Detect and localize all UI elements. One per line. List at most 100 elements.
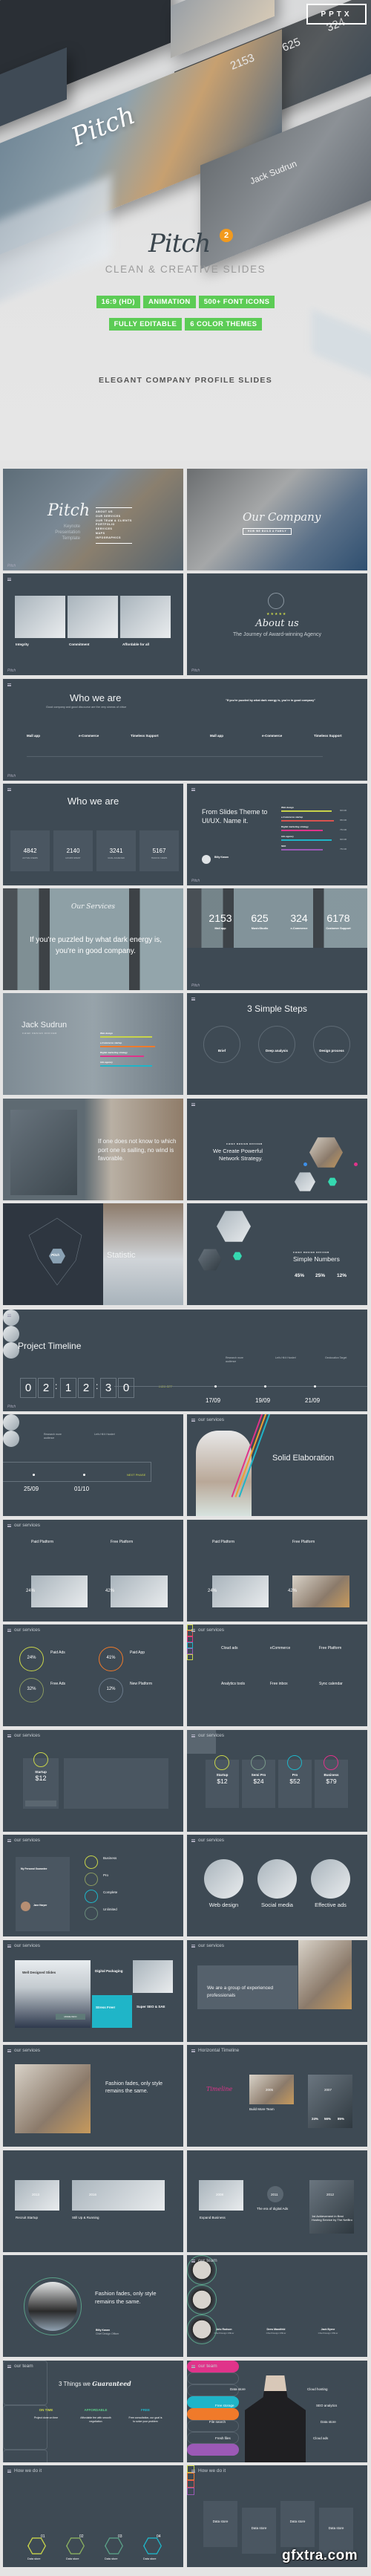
photo: [31, 1575, 88, 1607]
skill-label: e-Commerce startup: [100, 1041, 122, 1044]
card-icon: [187, 2488, 194, 2495]
slide-cover: Pitch Keynote Presentation Template ABOU…: [3, 469, 183, 570]
plan-name: Pro: [292, 1773, 298, 1777]
stat-label: GOAL ACHIEVED: [108, 856, 125, 859]
slide-professionals: our services We are a group of experienc…: [187, 1940, 367, 2042]
portrait-photo: [28, 2282, 77, 2331]
slide-how-we-do-it: How we do it 01 Data store 02 Data store 03 D…: [3, 2465, 183, 2567]
slide-title: Our Services: [70, 903, 116, 911]
hex-photo: [309, 1137, 343, 1168]
pitch-template-promo: Pitch 2153 625 324 Jack Sudrun PPTX Pitc…: [0, 0, 371, 2576]
stat-label: Mall app: [214, 927, 226, 930]
section-title: our services: [198, 1417, 225, 1422]
photo: [212, 1575, 269, 1607]
skill-label: Ads agency: [100, 1061, 113, 1064]
countdown-digit: 2: [38, 1378, 54, 1398]
stat-value: 625: [251, 912, 269, 924]
section-title: our services: [198, 1943, 225, 1948]
avatar: [202, 855, 211, 864]
menu-icon: [7, 1629, 11, 1632]
service-icon: [187, 1654, 193, 1660]
feature-pill: [187, 2372, 239, 2384]
photo: [111, 1575, 168, 1607]
person-name: Jack Sudrun: [22, 1021, 68, 1030]
timeline-line: [114, 1386, 367, 1387]
service-icon: [187, 1648, 193, 1654]
section-title: our services: [14, 1838, 41, 1843]
percent-value: 12%: [106, 1687, 116, 1691]
product-logo: Pitch: [148, 229, 211, 258]
step-number: 01: [41, 2534, 45, 2539]
step-label: Design process: [319, 1049, 344, 1053]
slide-our-team: our team Arlo Rodson Chief Design Officer…: [187, 2255, 367, 2357]
countdown-digit: 3: [100, 1378, 116, 1398]
menu-icon: [7, 2470, 11, 2473]
slide-network-strategy: CHIEF DESIGN OFFICER We Create Powerful …: [187, 1099, 367, 1200]
menu-icon: [191, 2365, 195, 2368]
stat-value: 2140: [66, 848, 80, 854]
section-title: our services: [198, 1627, 225, 1633]
subtitle-line: Keynote: [63, 524, 80, 529]
section-title: our services: [14, 1733, 41, 1738]
more-info-button[interactable]: MORE INFO: [56, 2014, 85, 2020]
menu-icon: [7, 578, 11, 581]
stat-label: e-Commerce: [290, 927, 308, 930]
skill-value: 90/100: [340, 809, 347, 812]
slide-3-steps: 3 Simple Steps Brief Deep analysis Desig…: [187, 993, 367, 1095]
menu-icon: [191, 2260, 195, 2263]
milestone-date: 25/09: [24, 1486, 39, 1492]
tile-title: Well Designed Slides: [22, 1971, 56, 1974]
slide-pricing-table: our services Startup $12 Semi Pro $24 Pro $52…: [187, 1730, 367, 1832]
step-label: Deep analysis: [265, 1049, 289, 1053]
slide-timeline-continued: NEXT PHASE Research more audience 25/09 Le…: [3, 1414, 183, 1516]
feature-badge: 16:9 (HD): [96, 296, 140, 308]
step-label: Data store: [105, 2557, 118, 2560]
guarantee-card: [3, 2405, 47, 2450]
caption: Expand Business: [200, 2216, 226, 2219]
slide-horizontal-timeline: Horizontal Timeline Timeline 2005 2007 B…: [187, 2045, 367, 2147]
plan-button[interactable]: [25, 1801, 56, 1806]
plan-icon: [324, 1755, 338, 1770]
stat-value: 6178: [326, 912, 350, 924]
stat-value: 5167: [152, 848, 166, 854]
slide-title: Who we are: [70, 692, 122, 703]
value-label: Commitment: [69, 643, 90, 646]
slide-menu: ABOUT US OUR SERVICES OUR TEAM & CLIENTS…: [96, 507, 132, 544]
achievement: 1st Achievement in Best Hosting Service …: [312, 2214, 352, 2222]
year-photo: [72, 2180, 165, 2211]
slide-who-we-are-wide: Who we are Good company and good discour…: [3, 679, 367, 781]
hex-accent: [328, 1177, 337, 1186]
skill-bar: [281, 849, 324, 850]
menu-icon: [7, 1524, 11, 1527]
plan-name: Startup: [35, 1770, 47, 1774]
menu-icon: [191, 2049, 195, 2052]
item-title: Paid Platform: [31, 1540, 54, 1544]
step-circle: Design process: [313, 1026, 350, 1063]
menu-icon: [191, 788, 195, 791]
footer-logo: Pitch: [7, 564, 16, 568]
pill-label: File search: [209, 2420, 226, 2424]
menu-icon: [7, 1945, 11, 1948]
card-icon: [187, 2480, 194, 2488]
skill-label: Digital marketing strategy: [100, 1051, 128, 1054]
tile-photo: [133, 1960, 173, 1993]
milestone-photo: [3, 1310, 19, 1326]
skill-label: Ads agency: [281, 835, 294, 838]
percent: 24%: [26, 1589, 36, 1593]
caption: Still Up & Running: [72, 2216, 99, 2219]
item-title: Pro: [103, 1873, 109, 1877]
slide-statistic: Pitch Statistic: [3, 1203, 183, 1305]
milestone-dot: [33, 1474, 35, 1476]
milestone-text: Research more audience: [44, 1433, 62, 1440]
pill-label: Cloud ads: [313, 2436, 329, 2440]
plan-button[interactable]: [187, 1742, 216, 1748]
menu-icon: [191, 2470, 195, 2473]
feature-badges-row-1: 16:9 (HD) ANIMATION 500+ FONT ICONS: [0, 296, 371, 308]
slide-button: HOW WE BUILD A FAMILY: [243, 528, 292, 535]
stat-value: 3241: [109, 848, 123, 854]
plan-button[interactable]: [187, 1748, 216, 1754]
skill-label: e-Commerce startup: [281, 816, 303, 819]
stat-label: Customer Support: [326, 927, 351, 930]
person-role: CHIEF DESIGN OFFICER: [22, 1032, 57, 1035]
slide-single-pricing: our services Startup $12: [3, 1730, 183, 1832]
